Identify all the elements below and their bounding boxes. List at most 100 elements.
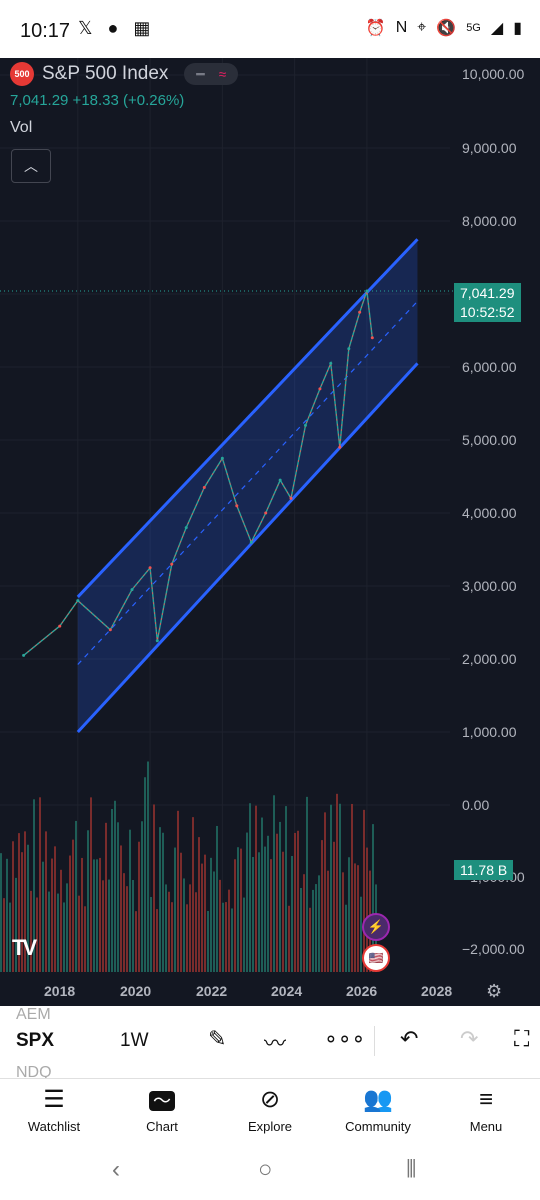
volume-bar [42, 861, 44, 972]
volume-bar [282, 851, 284, 972]
redo-icon[interactable]: ↷ [460, 1026, 478, 1052]
volume-bar [321, 840, 323, 972]
wave-icon[interactable]: ≈ [212, 65, 232, 83]
volume-bar [78, 895, 80, 972]
chevron-up-icon: ︿ [24, 158, 38, 174]
volume-bar [291, 855, 293, 972]
nav-watchlist[interactable]: ☰ Watchlist [4, 1085, 104, 1134]
volume-bar [39, 797, 41, 972]
price-point [338, 445, 342, 449]
volume-bar [144, 777, 146, 972]
back-icon[interactable]: ‹ [112, 1156, 120, 1184]
volume-bar [195, 892, 197, 972]
nav-menu-label: Menu [469, 1119, 503, 1134]
fullscreen-icon[interactable]: ⛶ [514, 1026, 529, 1052]
volume-bar [351, 803, 353, 972]
volume-bar [132, 879, 134, 972]
volume-bar [108, 879, 110, 972]
price-point [358, 310, 362, 314]
indicators-icon[interactable]: 〰 [264, 1026, 286, 1058]
nav-explore-label: Explore [247, 1119, 293, 1134]
volume-bar [267, 835, 269, 972]
volume-bar [63, 902, 65, 972]
volume-bar [141, 821, 143, 972]
volume-bar [183, 878, 185, 972]
recents-icon[interactable]: ⦀ [406, 1156, 417, 1184]
volume-bar [204, 854, 206, 972]
volume-bar [252, 856, 254, 972]
volume-bar [9, 902, 11, 972]
time-axis-label: 2020 [120, 983, 152, 999]
chart-canvas[interactable] [0, 0, 540, 1006]
volume-bar [135, 911, 137, 972]
price-axis-label: −2,000.00 [462, 941, 525, 957]
volume-bar [324, 812, 326, 972]
bottom-nav: ☰ Watchlist 〜 Chart ⊘ Explore 👥 Communit… [0, 1078, 540, 1145]
price-point [264, 511, 268, 515]
volume-bar [315, 884, 317, 972]
symbol-prev[interactable]: AEM [16, 1006, 51, 1024]
price-point [130, 588, 134, 592]
price-point [365, 289, 369, 293]
volume-bar [279, 821, 281, 972]
minimize-icon[interactable]: ━ [190, 65, 210, 83]
price-point [155, 639, 159, 643]
volume-bar [300, 887, 302, 972]
compass-icon: ⊘ [259, 1086, 281, 1113]
nav-chart[interactable]: 〜 Chart [112, 1085, 212, 1134]
volume-bar [105, 822, 107, 972]
volume-bar [150, 896, 152, 972]
volume-bar [129, 829, 131, 972]
volume-bar [84, 906, 86, 972]
price-point [184, 526, 188, 530]
volume-bar [117, 822, 119, 972]
price-point [303, 423, 307, 427]
symbol-header[interactable]: 500 S&P 500 Index ━ ≈ [10, 62, 239, 86]
volume-bar [72, 839, 74, 972]
more-icon[interactable]: ∘∘∘ [324, 1026, 365, 1052]
volume-bar [285, 806, 287, 972]
price-point [235, 504, 239, 508]
volume-bar [48, 891, 50, 972]
volume-bar [93, 859, 95, 972]
volume-bar [165, 884, 167, 972]
settings-icon[interactable]: ⚙ [486, 981, 502, 1002]
home-icon[interactable]: ○ [258, 1156, 273, 1184]
volume-bar [330, 804, 332, 972]
nav-community[interactable]: 👥 Community [328, 1085, 428, 1134]
resolution-button[interactable]: 1W [120, 1030, 149, 1052]
volume-bar [126, 886, 128, 972]
volume-bar [198, 837, 200, 972]
volume-bar [309, 907, 311, 972]
price-point [202, 485, 206, 489]
time-axis-label: 2018 [44, 983, 76, 999]
us-flag-icon[interactable]: 🇺🇸 [362, 944, 390, 972]
price-point [22, 653, 26, 657]
volume-bar [45, 831, 47, 972]
volume-bar [0, 853, 2, 972]
volume-bar [216, 825, 218, 972]
volume-bar [345, 904, 347, 972]
volume-bar [225, 902, 227, 972]
nav-explore[interactable]: ⊘ Explore [220, 1085, 320, 1134]
indicator-pills[interactable]: ━ ≈ [184, 63, 239, 85]
collapse-button[interactable]: ︿ [11, 149, 51, 183]
lightning-icon[interactable]: ⚡ [362, 913, 390, 941]
volume-bar [357, 865, 359, 972]
countdown-tag: 10:52:52 [454, 302, 521, 322]
volume-bar [159, 827, 161, 972]
symbol-button[interactable]: SPX [16, 1030, 54, 1052]
nav-menu[interactable]: ≡ Menu [436, 1085, 536, 1134]
draw-icon[interactable]: ✎ [208, 1026, 226, 1052]
price-axis-label: 0.00 [462, 797, 490, 813]
price-axis-label: 2,000.00 [462, 651, 517, 667]
price-point [148, 566, 152, 570]
symbol-title[interactable]: S&P 500 Index [42, 63, 168, 85]
volume-bar [69, 855, 71, 972]
undo-icon[interactable]: ↶ [400, 1026, 418, 1052]
price-point [58, 624, 62, 628]
volume-bar [240, 848, 242, 972]
volume-bar [342, 872, 344, 972]
volume-bar [264, 846, 266, 972]
volume-bar [138, 841, 140, 972]
